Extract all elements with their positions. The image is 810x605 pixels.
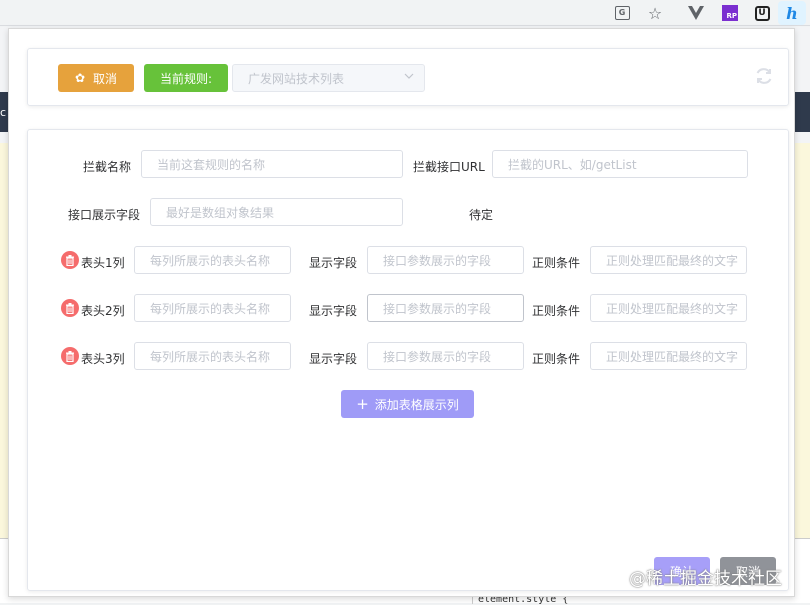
intercept-name-input[interactable]: 当前这套规则的名称: [141, 150, 403, 178]
add-column-button[interactable]: + 添加表格展示列: [341, 390, 474, 418]
column-1-regex-input[interactable]: 正则处理匹配最终的文字: [590, 246, 747, 274]
column-2-header-input[interactable]: 每列所展示的表头名称: [134, 294, 291, 322]
column-2-header-placeholder: 每列所展示的表头名称: [150, 301, 271, 316]
vue-devtools-icon[interactable]: [686, 3, 706, 23]
background-nav-text: c: [0, 106, 7, 119]
intercept-name-label: 拦截名称: [83, 160, 132, 174]
gear-icon: ✿: [74, 71, 86, 85]
extension-h-label: h: [786, 3, 798, 23]
rule-form-card: 拦截名称 当前这套规则的名称 拦截接口URL 拦截的URL、如/getList …: [27, 129, 789, 591]
current-rule-button[interactable]: 当前规则:: [144, 64, 228, 92]
display-field-input[interactable]: 最好是数组对象结果: [150, 198, 403, 226]
column-3-field-input[interactable]: 接口参数展示的字段: [367, 342, 524, 370]
column-3-regex-placeholder: 正则处理匹配最终的文字: [606, 349, 739, 364]
pending-label: 待定: [469, 208, 494, 222]
column-3-regex-label: 正则条件: [532, 352, 581, 366]
column-1-field-label: 显示字段: [309, 256, 358, 270]
rule-select-placeholder: 广发网站技术列表: [248, 71, 345, 86]
column-1-field-placeholder: 接口参数展示的字段: [383, 253, 492, 268]
intercept-url-input[interactable]: 拦截的URL、如/getList: [492, 150, 748, 178]
intercept-url-placeholder: 拦截的URL、如/getList: [508, 157, 637, 172]
column-1-regex-label: 正则条件: [532, 256, 581, 270]
translate-glyph: G: [614, 6, 630, 20]
column-2-field-placeholder: 接口参数展示的字段: [383, 301, 492, 316]
column-3-field-placeholder: 接口参数展示的字段: [383, 349, 492, 364]
column-3-regex-input[interactable]: 正则处理匹配最终的文字: [590, 342, 747, 370]
cancel-button-label: 取消: [93, 71, 118, 86]
column-3-header-label: 表头3列: [81, 352, 125, 366]
cancel-button[interactable]: ✿ 取消: [58, 64, 134, 92]
current-rule-label: 当前规则:: [159, 71, 213, 86]
translate-icon[interactable]: G: [612, 3, 632, 23]
trash-icon: [66, 302, 74, 314]
refresh-icon[interactable]: [754, 66, 774, 86]
column-3-header-input[interactable]: 每列所展示的表头名称: [134, 342, 291, 370]
delete-column-3-button[interactable]: [61, 347, 79, 365]
column-2-field-label: 显示字段: [309, 304, 358, 318]
column-1-header-input[interactable]: 每列所展示的表头名称: [134, 246, 291, 274]
trash-icon: [66, 350, 74, 362]
watermark: @稀土掘金技术社区: [629, 569, 782, 589]
extension-h-icon[interactable]: h: [778, 1, 806, 25]
rule-toolbar-card: ✿ 取消 当前规则: 广发网站技术列表: [27, 48, 789, 106]
column-2-regex-placeholder: 正则处理匹配最终的文字: [606, 301, 739, 316]
rp-label: RP: [722, 5, 738, 21]
chevron-down-icon: [404, 73, 414, 79]
column-3-field-label: 显示字段: [309, 352, 358, 366]
intercept-name-placeholder: 当前这套规则的名称: [157, 157, 266, 172]
column-2-field-input[interactable]: 接口参数展示的字段: [367, 294, 524, 322]
plus-icon: +: [356, 395, 369, 413]
rule-editor-popup: ✿ 取消 当前规则: 广发网站技术列表 拦截名称 当前这套规则的名称 拦截接口U…: [8, 28, 795, 597]
column-1-field-input[interactable]: 接口参数展示的字段: [367, 246, 524, 274]
star-icon[interactable]: ☆: [645, 3, 665, 23]
column-1-header-label: 表头1列: [81, 256, 125, 270]
add-column-label: 添加表格展示列: [374, 397, 459, 412]
delete-column-2-button[interactable]: [61, 299, 79, 317]
column-2-regex-label: 正则条件: [532, 304, 581, 318]
ublock-label: U: [754, 5, 770, 21]
rule-select[interactable]: 广发网站技术列表: [232, 64, 425, 92]
display-field-placeholder: 最好是数组对象结果: [166, 205, 275, 220]
column-1-regex-placeholder: 正则处理匹配最终的文字: [606, 253, 739, 268]
column-1-header-placeholder: 每列所展示的表头名称: [150, 253, 271, 268]
intercept-url-label: 拦截接口URL: [413, 160, 485, 174]
browser-toolbar: G ☆ RP U h: [0, 0, 810, 26]
rp-icon[interactable]: RP: [720, 3, 740, 23]
column-3-header-placeholder: 每列所展示的表头名称: [150, 349, 271, 364]
column-2-regex-input[interactable]: 正则处理匹配最终的文字: [590, 294, 747, 322]
ublock-icon[interactable]: U: [752, 3, 772, 23]
display-field-label: 接口展示字段: [68, 208, 141, 222]
background-panel-left: [0, 143, 8, 539]
column-2-header-label: 表头2列: [81, 304, 125, 318]
trash-icon: [66, 254, 74, 266]
delete-column-1-button[interactable]: [61, 251, 79, 269]
